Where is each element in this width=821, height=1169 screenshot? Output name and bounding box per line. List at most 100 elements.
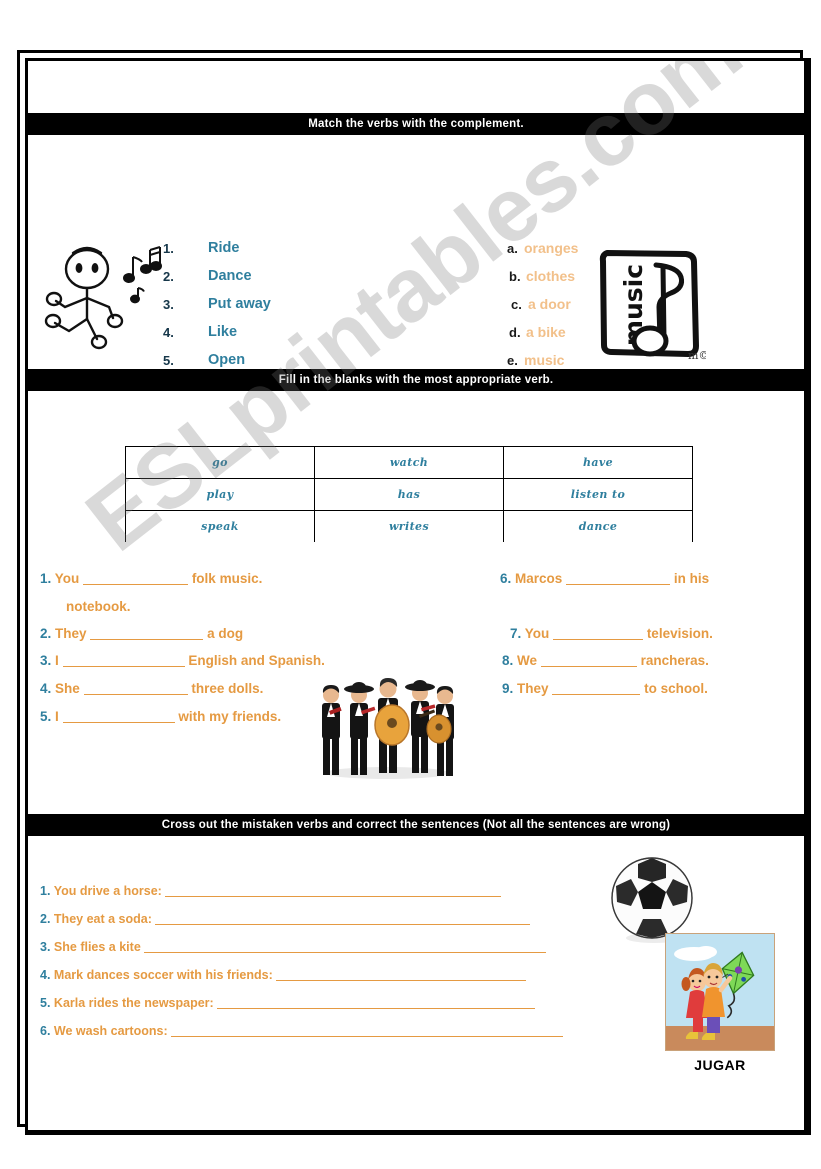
fill-blank-before: You <box>54 571 80 586</box>
fill-blank-before: They <box>517 681 549 696</box>
table-row: go watch have <box>125 446 693 479</box>
fill-blank-continued: notebook. <box>66 599 131 614</box>
soccer-ball-icon <box>611 857 693 943</box>
blank-line[interactable] <box>566 584 671 585</box>
word-bank-cell[interactable]: dance <box>503 510 693 542</box>
fill-blank-number: 7. <box>510 626 522 641</box>
answer-line[interactable] <box>217 1008 536 1009</box>
match-complement-d[interactable]: a bike <box>526 324 566 340</box>
fill-blank-after: to school. <box>644 681 708 696</box>
answer-line[interactable] <box>144 952 547 953</box>
blank-line[interactable] <box>62 666 185 667</box>
blank-line[interactable] <box>552 694 641 695</box>
match-complement-a[interactable]: oranges <box>524 240 578 256</box>
fill-blank-before: I <box>55 653 59 668</box>
exercise3-banner-label: Cross out the mistaken verbs and correct… <box>161 819 671 831</box>
crossout-text[interactable]: Karla rides the newspaper: <box>54 996 214 1010</box>
crossout-item-4[interactable]: 4. Mark dances soccer with his friends: <box>40 968 527 982</box>
blank-line[interactable] <box>553 639 644 640</box>
svg-text:m©: m© <box>688 349 706 362</box>
blank-line[interactable] <box>83 694 188 695</box>
word-bank-cell[interactable]: has <box>314 478 504 511</box>
word-bank-cell[interactable]: watch <box>314 446 504 479</box>
fill-blank-number: 4. <box>40 681 52 696</box>
fill-blank-after: in his <box>673 571 710 586</box>
crossout-item-6[interactable]: 6. We wash cartoons: <box>40 1024 564 1038</box>
word-bank-cell[interactable]: go <box>125 446 315 479</box>
blank-line[interactable] <box>90 639 204 640</box>
fill-blank-item-8[interactable]: 8. We rancheras. <box>502 653 709 668</box>
mariachi-band-photo <box>322 678 454 779</box>
word-bank-cell[interactable]: listen to <box>503 478 693 511</box>
match-number-4: 4. <box>163 325 174 340</box>
fill-blank-before: She <box>55 681 80 696</box>
fill-blank-before: We <box>517 653 538 668</box>
answer-line[interactable] <box>155 924 531 925</box>
crossout-text[interactable]: She flies a kite <box>54 940 141 954</box>
exercise1-body: 1. Ride 2. Dance 3. Put away 4. Like 5. … <box>28 221 804 391</box>
match-verb-5[interactable]: Open <box>208 352 245 368</box>
word-bank-cell[interactable]: play <box>125 478 315 511</box>
fill-blank-after: folk music. <box>191 571 263 586</box>
fill-blank-item-1[interactable]: 1. You folk music. <box>40 571 262 586</box>
fill-blank-before: They <box>55 626 87 641</box>
match-verb-3[interactable]: Put away <box>208 296 271 312</box>
fill-blank-number: 9. <box>502 681 514 696</box>
fill-blank-number: 3. <box>40 653 52 668</box>
crossout-text[interactable]: You drive a horse: <box>54 884 162 898</box>
match-letter-d: d. <box>509 325 521 340</box>
match-complement-b[interactable]: clothes <box>526 268 575 284</box>
crossout-item-2[interactable]: 2. They eat a soda: <box>40 912 531 926</box>
fill-blank-after: three dolls. <box>191 681 264 696</box>
word-bank-cell[interactable]: have <box>503 446 693 479</box>
match-letter-e: e. <box>507 353 518 368</box>
fill-blank-after: television. <box>646 626 713 641</box>
word-bank-cell[interactable]: speak <box>125 510 315 542</box>
exercise2-banner-label: Fill in the blanks with the most appropr… <box>278 374 554 386</box>
match-number-5: 5. <box>163 353 174 368</box>
fill-blank-item-3[interactable]: 3. I English and Spanish. <box>40 653 325 668</box>
fill-blank-number: 8. <box>502 653 514 668</box>
fill-blank-item-7[interactable]: 7. You television. <box>510 626 713 641</box>
crossout-text[interactable]: Mark dances soccer with his friends: <box>54 968 273 982</box>
match-verb-4[interactable]: Like <box>208 324 237 340</box>
crossout-text[interactable]: We wash cartoons: <box>54 1024 168 1038</box>
crossout-number: 1. <box>40 884 51 898</box>
match-number-2: 2. <box>163 269 174 284</box>
answer-line[interactable] <box>171 1036 564 1037</box>
fill-blank-number: 6. <box>500 571 512 586</box>
match-complement-e[interactable]: music <box>524 352 564 368</box>
fill-blank-before: Marcos <box>515 571 563 586</box>
table-row: play has listen to <box>125 478 693 511</box>
fill-blank-number: 2. <box>40 626 52 641</box>
fill-blank-item-6[interactable]: 6. Marcos in his <box>500 571 709 586</box>
fill-blank-after: with my friends. <box>178 709 282 724</box>
crossout-text[interactable]: They eat a soda: <box>54 912 152 926</box>
fill-blank-item-4[interactable]: 4. She three dolls. <box>40 681 263 696</box>
fill-blank-after: a dog <box>207 626 244 641</box>
word-bank-cell[interactable]: writes <box>314 510 504 542</box>
blank-line[interactable] <box>62 722 175 723</box>
fill-blank-item-9[interactable]: 9. They to school. <box>502 681 708 696</box>
match-verb-1[interactable]: Ride <box>208 240 239 256</box>
crossout-number: 6. <box>40 1024 51 1038</box>
crossout-number: 3. <box>40 940 51 954</box>
fill-blank-before: You <box>524 626 550 641</box>
blank-line[interactable] <box>540 666 637 667</box>
match-complement-c[interactable]: a door <box>528 296 571 312</box>
crossout-item-5[interactable]: 5. Karla rides the newspaper: <box>40 996 536 1010</box>
answer-line[interactable] <box>165 896 502 897</box>
crossout-item-3[interactable]: 3. She flies a kite <box>40 940 547 954</box>
crossout-number: 5. <box>40 996 51 1010</box>
answer-line[interactable] <box>276 980 527 981</box>
kite-picture-caption: JUGAR <box>694 1057 746 1073</box>
fill-blank-item-2[interactable]: 2. They a dog <box>40 626 243 641</box>
fill-blank-item-5[interactable]: 5. I with my friends. <box>40 709 281 724</box>
match-letter-c: c. <box>511 297 522 312</box>
blank-line[interactable] <box>83 584 189 585</box>
fill-blank-after: rancheras. <box>640 653 709 668</box>
children-flying-kite-picture <box>665 933 775 1051</box>
match-verb-2[interactable]: Dance <box>208 268 252 284</box>
crossout-item-1[interactable]: 1. You drive a horse: <box>40 884 502 898</box>
table-row: speak writes dance <box>125 510 693 542</box>
